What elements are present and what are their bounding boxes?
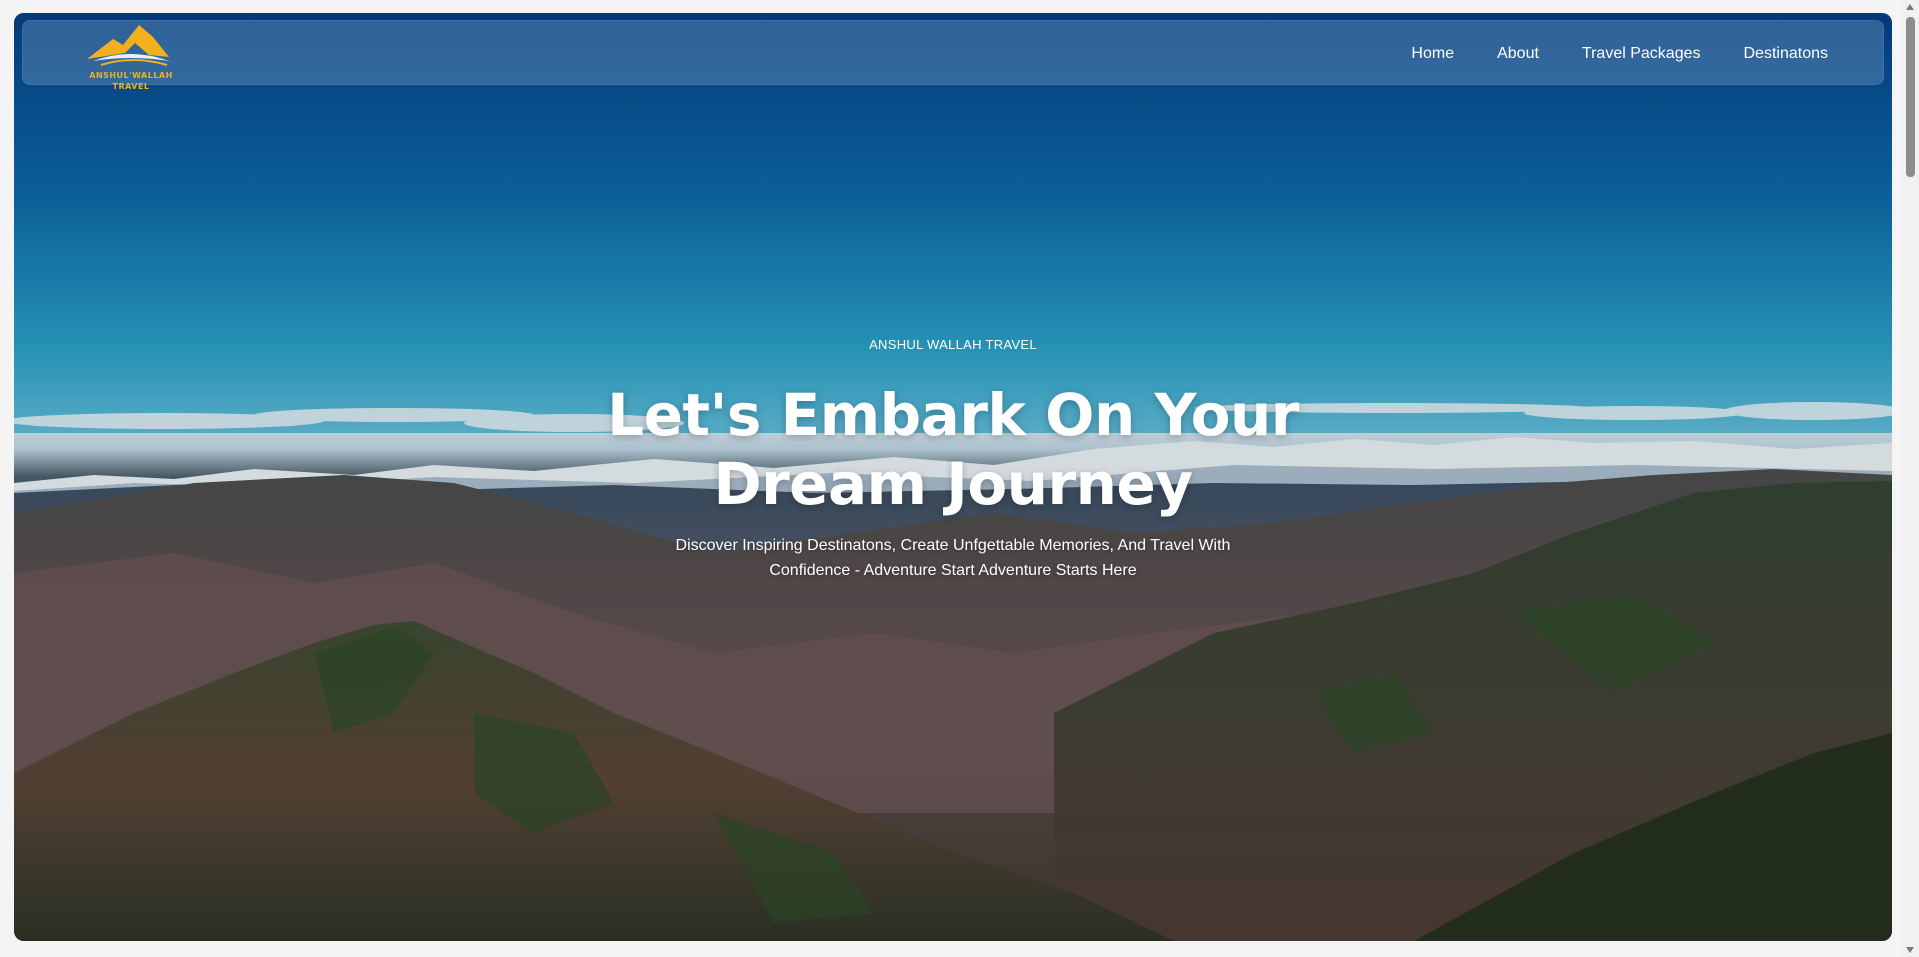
mountain-logo-icon — [87, 25, 169, 66]
hero-section: ANSHUL'WALLAH TRAVEL Home About Travel P… — [14, 13, 1892, 941]
brand-logo[interactable]: ANSHUL'WALLAH TRAVEL — [83, 21, 179, 93]
hero-headline: Let's Embark On Your Dream Journey — [607, 381, 1299, 518]
logo-text-line2: TRAVEL — [112, 82, 150, 91]
nav-link-travel-packages[interactable]: Travel Packages — [1582, 45, 1701, 63]
page-scrollbar[interactable] — [1902, 0, 1919, 957]
page: ANSHUL'WALLAH TRAVEL Home About Travel P… — [0, 0, 1919, 957]
nav-link-destinations[interactable]: Destinatons — [1744, 45, 1829, 63]
top-navbar: ANSHUL'WALLAH TRAVEL Home About Travel P… — [22, 20, 1884, 91]
hero-eyebrow: ANSHUL WALLAH TRAVEL — [869, 337, 1037, 352]
logo-text-line1: ANSHUL'WALLAH — [89, 71, 173, 80]
scroll-up-arrow-icon[interactable] — [1906, 4, 1914, 10]
nav-link-home[interactable]: Home — [1411, 45, 1454, 63]
hero-content: ANSHUL WALLAH TRAVEL Let's Embark On You… — [14, 337, 1892, 583]
nav-links: Home About Travel Packages Destinatons — [1411, 21, 1828, 86]
nav-link-about[interactable]: About — [1497, 45, 1539, 63]
hero-subtitle: Discover Inspiring Destinatons, Create U… — [675, 537, 1231, 579]
scroll-down-arrow-icon[interactable] — [1906, 947, 1914, 953]
scroll-thumb[interactable] — [1906, 17, 1915, 177]
